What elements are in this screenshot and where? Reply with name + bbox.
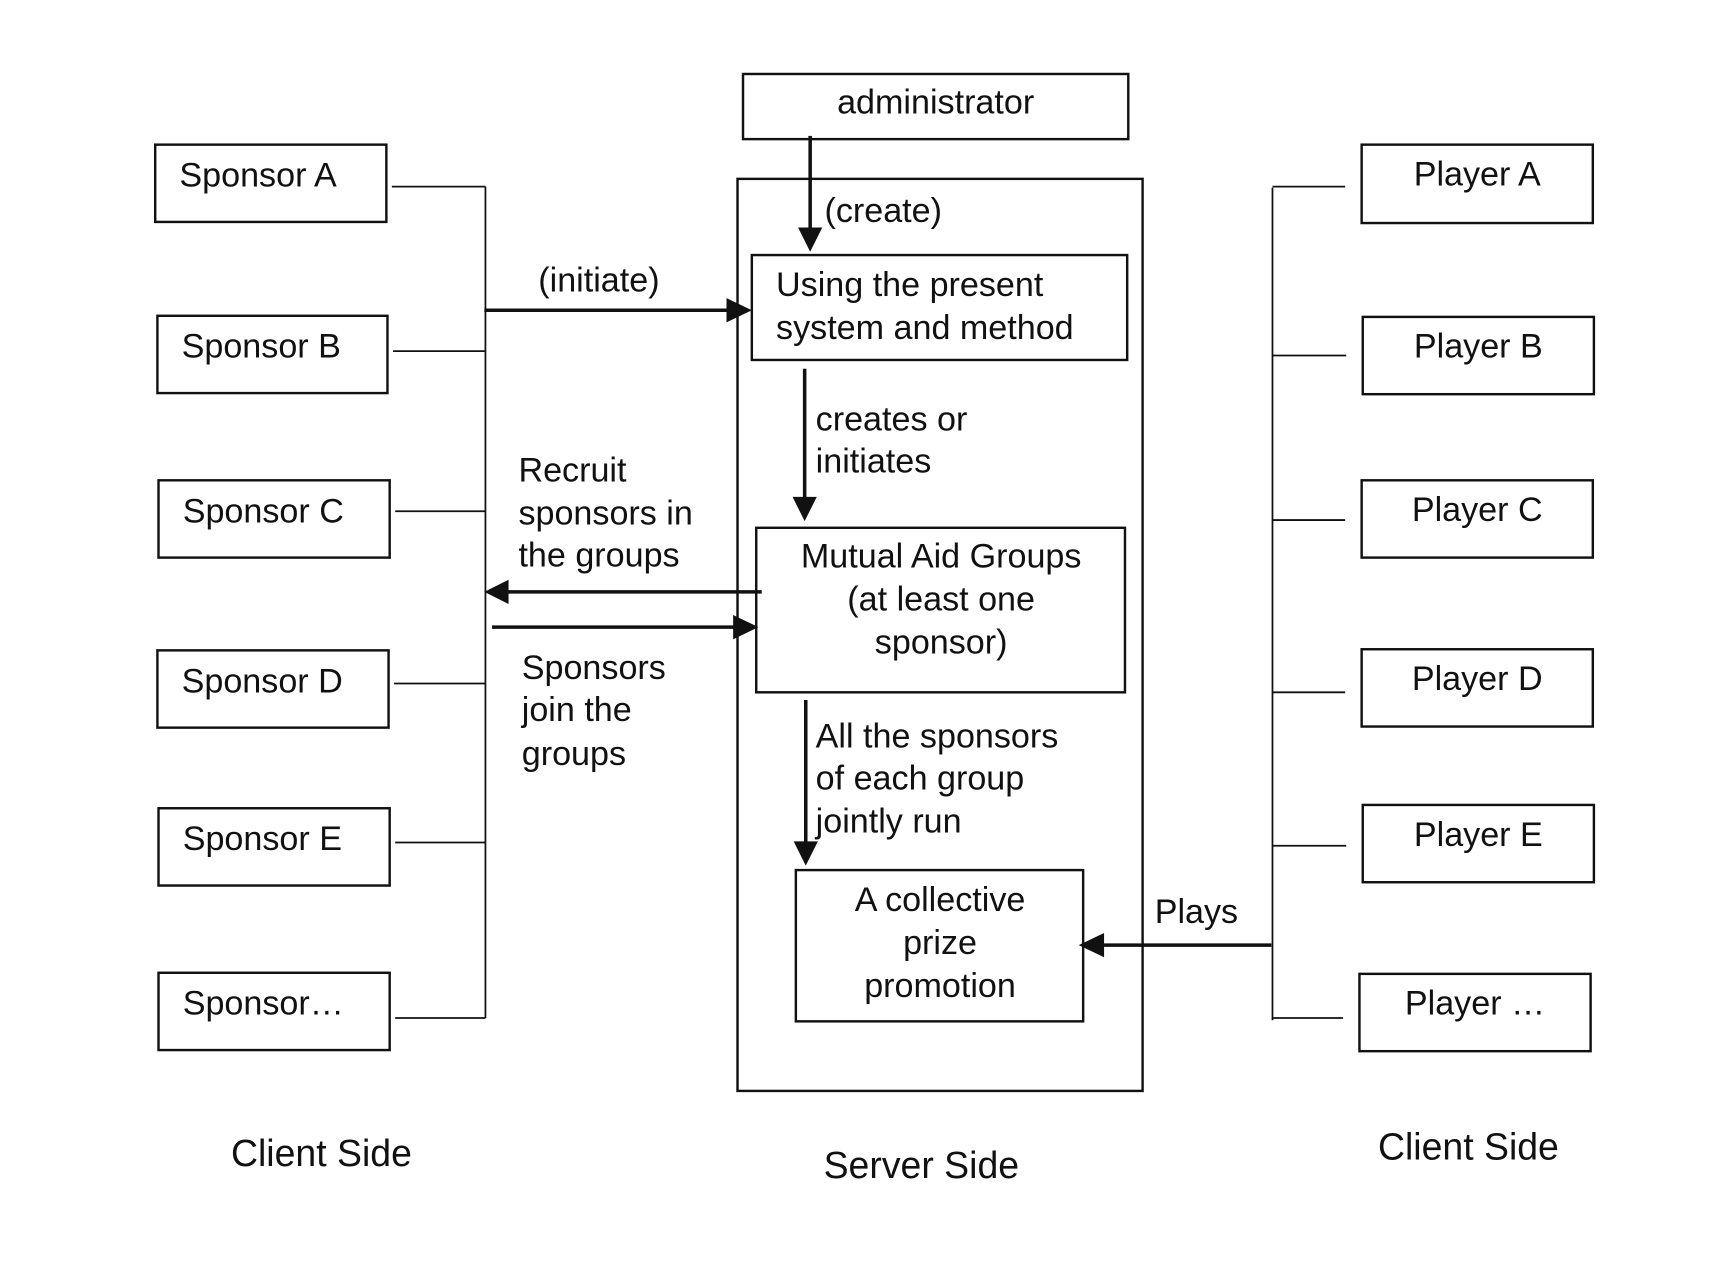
client-side-right-label: Client Side	[1378, 1125, 1559, 1167]
sponsor-node: Sponsor C	[157, 479, 486, 559]
promotion-label-line-1: A collective	[855, 881, 1026, 919]
player-label: Player D	[1412, 660, 1543, 698]
system-label-line-1: Using the present	[776, 266, 1044, 304]
sponsor-label: Sponsor…	[183, 985, 344, 1023]
player-label: Player A	[1414, 155, 1541, 193]
mutual-aid-groups-node: Mutual Aid Groups (at least one sponsor)	[755, 526, 1127, 694]
system-diagram: administrator (create) Using the present…	[153, 72, 1596, 1186]
recruit-label-line-2: sponsors in	[518, 494, 692, 532]
player-node: Player …	[1272, 972, 1592, 1053]
player-label: Player E	[1414, 816, 1543, 854]
mutual-aid-label-line-1: Mutual Aid Groups	[801, 537, 1082, 575]
join-label-line-2: join the	[521, 691, 632, 729]
player-node: Player E	[1272, 803, 1596, 884]
sponsor-label: Sponsor C	[183, 492, 344, 530]
player-node: Player B	[1272, 315, 1596, 396]
promotion-node: A collective prize promotion	[794, 868, 1085, 1023]
sponsor-label: Sponsor A	[179, 157, 337, 195]
administrator-label: administrator	[837, 84, 1034, 122]
player-label: Player C	[1412, 491, 1543, 529]
jointly-label-line-2: of each group	[816, 759, 1025, 797]
player-node: Player A	[1272, 143, 1595, 225]
sponsor-node: Sponsor E	[157, 807, 486, 887]
jointly-label-line-3: jointly run	[815, 802, 962, 840]
sponsor-label: Sponsor B	[182, 328, 341, 366]
player-label: Player B	[1414, 328, 1543, 366]
recruit-label-line-3: the groups	[518, 536, 679, 574]
mutual-aid-label-line-3: sponsor)	[875, 624, 1008, 662]
player-list: Player A Player B Player C Player D Player E…	[1272, 143, 1596, 1053]
sponsor-node: Sponsor A	[153, 143, 486, 224]
recruit-arrow	[484, 579, 762, 604]
sponsor-label: Sponsor E	[183, 820, 342, 858]
client-side-left-label: Client Side	[231, 1132, 412, 1174]
creates-label-line-1: creates or	[816, 401, 968, 439]
administrator-node: administrator	[741, 72, 1130, 141]
promotion-label-line-3: promotion	[864, 967, 1016, 1005]
mutual-aid-label-line-2: (at least one	[847, 581, 1035, 619]
sponsor-node: Sponsor…	[157, 971, 486, 1052]
promotion-label-line-2: prize	[903, 924, 977, 962]
join-label-line-3: groups	[522, 735, 626, 773]
sponsor-node: Sponsor B	[156, 314, 486, 395]
sponsor-node: Sponsor D	[156, 649, 486, 729]
join-label-line-1: Sponsors	[522, 649, 666, 687]
system-label-line-2: system and method	[776, 309, 1074, 347]
initiate-arrow	[484, 298, 752, 323]
player-node: Player C	[1272, 479, 1595, 559]
plays-label: Plays	[1155, 893, 1238, 931]
sponsor-list: Sponsor A Sponsor B Sponsor C Sponsor D Spon…	[153, 143, 486, 1052]
creates-label-line-2: initiates	[816, 443, 932, 481]
initiate-label: (initiate)	[538, 261, 659, 299]
player-node: Player D	[1272, 648, 1595, 728]
system-node: Using the present system and method	[750, 253, 1129, 362]
server-side-label: Server Side	[824, 1144, 1019, 1186]
create-label: (create)	[824, 192, 942, 230]
jointly-label-line-1: All the sponsors	[816, 717, 1059, 755]
sponsor-label: Sponsor D	[182, 662, 343, 700]
join-arrow	[492, 615, 759, 640]
player-label: Player …	[1405, 985, 1545, 1023]
recruit-label-line-1: Recruit	[518, 451, 627, 489]
